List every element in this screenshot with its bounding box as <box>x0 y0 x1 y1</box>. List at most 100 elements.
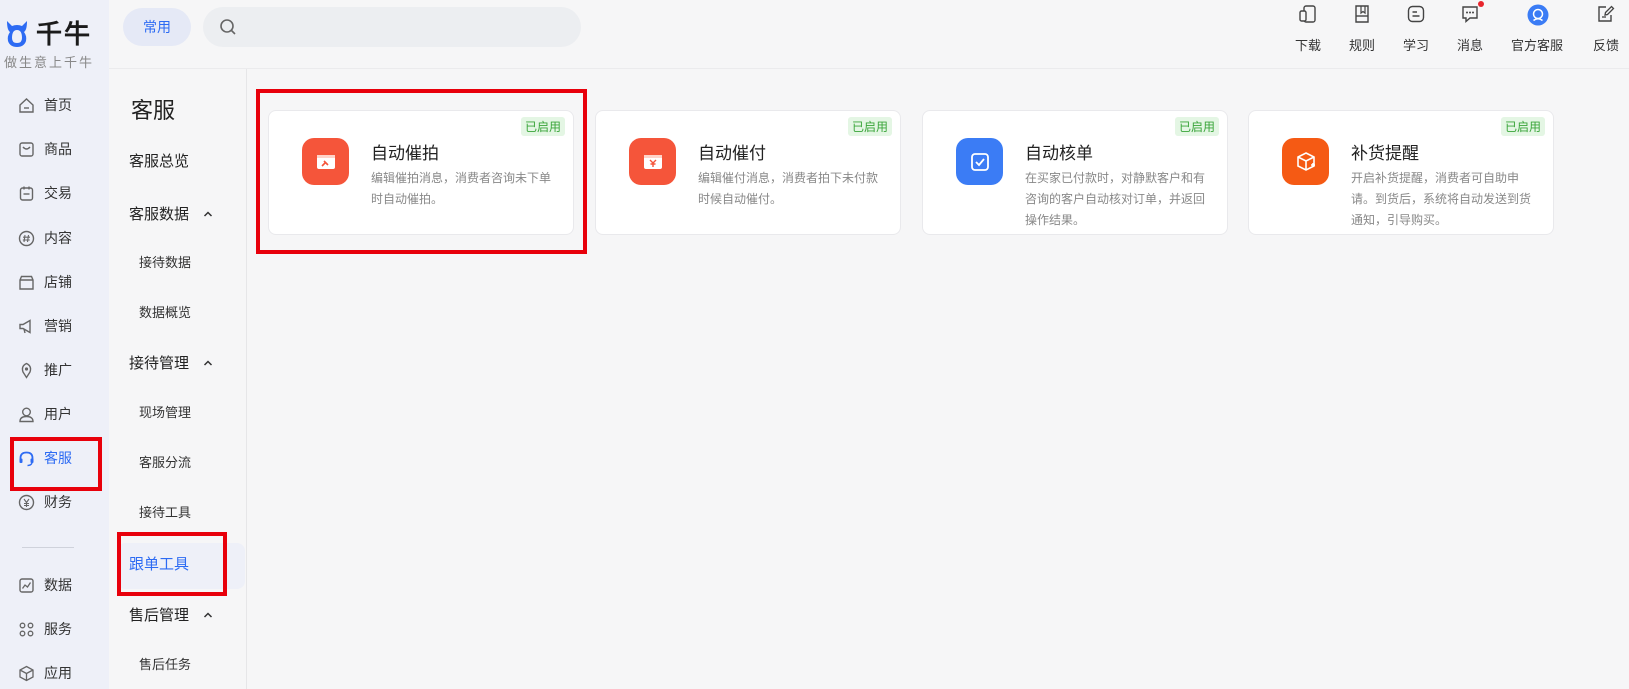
official-service-label: 官方客服 <box>1511 39 1564 54</box>
subnav-group-reception-mgmt[interactable]: 接待管理 <box>129 352 213 373</box>
auto-remind-order-icon <box>302 138 349 185</box>
subnav-item-data-overview[interactable]: 数据概览 <box>139 302 191 321</box>
messages-label: 消息 <box>1457 39 1484 54</box>
nav-goods[interactable]: 商品 <box>18 132 102 166</box>
nav-content[interactable]: 内容 <box>18 221 102 255</box>
search-icon <box>220 19 236 35</box>
goods-icon <box>18 141 35 158</box>
trade-icon <box>18 185 35 202</box>
enabled-badge: 已启用 <box>847 117 892 136</box>
learn-label: 学习 <box>1403 39 1430 54</box>
enabled-badge: 已启用 <box>1500 117 1545 136</box>
user-icon <box>18 406 35 423</box>
unread-dot <box>1478 1 1484 7</box>
subnav-title: 客服 <box>131 99 176 124</box>
card-desc: 编辑催付消息，消费者拍下未付款时候自动催付。 <box>698 171 879 206</box>
subnav-item-onsite-mgmt[interactable]: 现场管理 <box>139 402 191 421</box>
nav-customer-service[interactable]: 客服 <box>18 441 102 475</box>
card-auto-remind-order[interactable]: 自动催拍 编辑催拍消息，消费者咨询未下单时自动催拍。 已启用 <box>268 110 574 235</box>
customer-service-subnav: 客服 客服总览 客服数据 接待数据 数据概览 接待管理 现场管理 客服分流 接待… <box>109 69 247 689</box>
messages-button[interactable]: 消息 <box>1457 1 1484 54</box>
card-title: 自动核单 <box>1025 144 1093 164</box>
logo[interactable]: 千牛 <box>4 14 92 51</box>
content-icon <box>18 230 35 247</box>
group-label: 售后管理 <box>129 606 190 624</box>
cube-icon <box>18 665 35 682</box>
nav-finance[interactable]: 财务 <box>18 485 102 519</box>
official-service-icon <box>1527 4 1549 26</box>
chevron-up-icon <box>203 611 213 618</box>
rules-icon <box>1352 4 1372 24</box>
card-title: 自动催付 <box>698 144 766 164</box>
auto-verify-icon <box>956 138 1003 185</box>
download-icon <box>1298 4 1318 24</box>
card-title: 补货提醒 <box>1351 144 1419 164</box>
enabled-badge: 已启用 <box>1174 117 1219 136</box>
chevron-up-icon <box>203 210 213 217</box>
card-auto-verify[interactable]: 自动核单 在买家已付款时，对静默客户和有咨询的客户自动核对订单，并返回操作结果。… <box>922 110 1228 235</box>
shop-icon <box>18 274 35 291</box>
subnav-group-aftersales-mgmt[interactable]: 售后管理 <box>129 604 213 625</box>
nav-services[interactable]: 服务 <box>18 612 102 646</box>
auto-remind-pay-icon <box>629 138 676 185</box>
chevron-up-icon <box>203 359 213 366</box>
subnav-group-cs-data[interactable]: 客服数据 <box>129 203 213 224</box>
nav-promote-label: 推广 <box>44 363 72 379</box>
card-restock-reminder[interactable]: 补货提醒 开启补货提醒，消费者可自助申请。到货后，系统将自动发送到货通知，引导购… <box>1248 110 1554 235</box>
nav-finance-label: 财务 <box>44 495 72 511</box>
learn-button[interactable]: 学习 <box>1403 4 1429 54</box>
brand-slogan: 做生意上千牛 <box>4 56 95 71</box>
feedback-label: 反馈 <box>1593 39 1620 54</box>
rules-button[interactable]: 规则 <box>1349 4 1375 54</box>
nav-user-label: 用户 <box>44 407 72 423</box>
search-input[interactable] <box>245 7 581 47</box>
rules-label: 规则 <box>1349 39 1376 54</box>
nav-shop[interactable]: 店铺 <box>18 265 102 299</box>
subnav-item-reception-data[interactable]: 接待数据 <box>139 252 191 271</box>
nav-trade-label: 交易 <box>44 186 72 202</box>
card-desc: 编辑催拍消息，消费者咨询未下单时自动催拍。 <box>371 171 552 206</box>
download-label: 下载 <box>1295 39 1322 54</box>
nav-user[interactable]: 用户 <box>18 397 102 431</box>
learn-icon <box>1406 4 1426 24</box>
nav-apps[interactable]: 应用 <box>18 656 102 689</box>
nav-data-label: 数据 <box>44 578 72 594</box>
group-label: 客服数据 <box>129 205 190 223</box>
nav-marketing[interactable]: 营销 <box>18 309 102 343</box>
feedback-button[interactable]: 反馈 <box>1593 4 1619 54</box>
subnav-item-order-tracking-tools[interactable]: 跟单工具 <box>129 553 189 574</box>
megaphone-icon <box>18 318 35 335</box>
card-auto-remind-pay[interactable]: 自动催付 编辑催付消息，消费者拍下未付款时候自动催付。 已启用 <box>595 110 901 235</box>
nav-customer-service-label: 客服 <box>44 451 72 467</box>
home-icon <box>18 97 35 114</box>
nav-marketing-label: 营销 <box>44 319 72 335</box>
subnav-item-cs-routing[interactable]: 客服分流 <box>139 452 191 471</box>
top-bar: 常用 下载 规则 学习 消息 官方客服 反馈 <box>109 0 1629 69</box>
nav-data[interactable]: 数据 <box>18 568 102 602</box>
nav-shop-label: 店铺 <box>44 275 72 291</box>
grid-icon <box>18 621 35 638</box>
subnav-item-aftersales-tasks[interactable]: 售后任务 <box>139 654 191 673</box>
chart-icon <box>18 577 35 594</box>
download-button[interactable]: 下载 <box>1295 4 1321 54</box>
qianniu-logo-icon <box>7 20 27 47</box>
subnav-overview[interactable]: 客服总览 <box>129 150 189 171</box>
frequent-button[interactable]: 常用 <box>123 8 191 46</box>
yuan-icon <box>18 494 35 511</box>
nav-home[interactable]: 首页 <box>18 88 102 122</box>
nav-trade[interactable]: 交易 <box>18 176 102 210</box>
promote-icon <box>18 362 35 379</box>
card-desc: 开启补货提醒，消费者可自助申请。到货后，系统将自动发送到货通知，引导购买。 <box>1351 171 1532 227</box>
restock-reminder-icon <box>1282 138 1329 185</box>
official-service-button[interactable]: 官方客服 <box>1511 4 1563 54</box>
nav-services-label: 服务 <box>44 622 72 638</box>
subnav-item-reception-tools[interactable]: 接待工具 <box>139 502 191 521</box>
nav-divider <box>22 547 74 548</box>
message-icon <box>1460 1 1484 24</box>
search-box[interactable] <box>203 7 581 47</box>
nav-home-label: 首页 <box>44 98 72 114</box>
nav-apps-label: 应用 <box>44 666 72 682</box>
nav-promote[interactable]: 推广 <box>18 353 102 387</box>
feedback-icon <box>1596 4 1616 24</box>
nav-content-label: 内容 <box>44 231 72 247</box>
